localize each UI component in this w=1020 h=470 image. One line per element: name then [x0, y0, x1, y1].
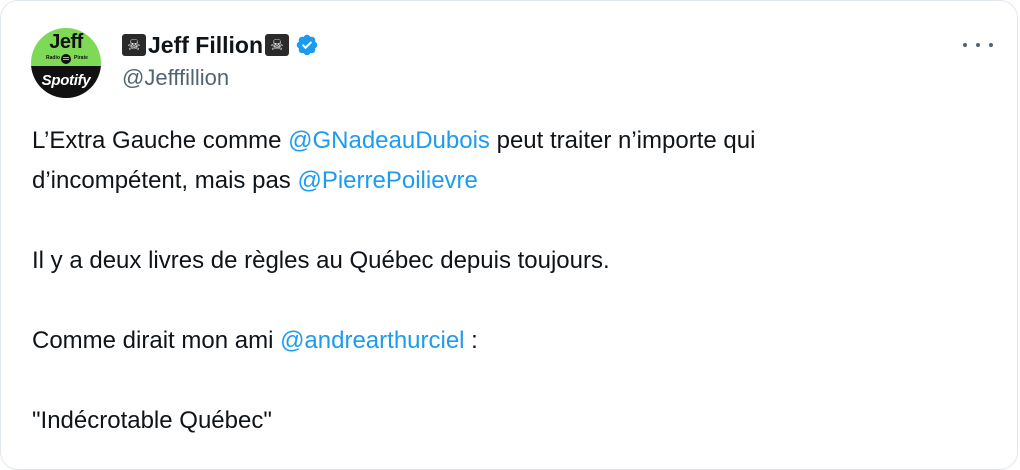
tweet-paragraph-2: Il y a deux livres de règles au Québec d…: [32, 247, 610, 274]
more-dots-icon[interactable]: [963, 33, 993, 57]
avatar-text-mini-right: Pirate: [74, 55, 88, 61]
avatar-text-bottom: Spotify: [41, 72, 91, 89]
mention-link[interactable]: @GNadeauDubois: [288, 127, 490, 154]
spotify-logo-icon: [61, 54, 71, 64]
display-name[interactable]: Jeff Fillion: [148, 32, 263, 59]
dot: [976, 43, 980, 47]
tweet-card[interactable]: Jeff Radio Pirate Spotify ☠ Jeff Fillion…: [0, 0, 1018, 470]
avatar-text-mini-left: Radio: [46, 55, 60, 61]
tweet-text-segment: Comme dirait mon ami: [32, 327, 281, 354]
mention-link[interactable]: @andrearthurciel: [280, 327, 464, 354]
skull-crossbones-icon: ☠: [122, 34, 146, 56]
tweet-paragraph-4: "Indécrotable Québec": [32, 407, 272, 434]
tweet-text-segment: :: [464, 327, 478, 354]
avatar[interactable]: Jeff Radio Pirate Spotify: [31, 28, 101, 98]
dot: [989, 43, 993, 47]
tweet-text-segment: L’Extra Gauche comme: [32, 127, 289, 154]
mention-link[interactable]: @PierrePoilievre: [297, 167, 477, 194]
skull-crossbones-icon: ☠: [265, 34, 289, 56]
avatar-text-top: Jeff: [49, 31, 83, 53]
author-name-row[interactable]: ☠ Jeff Fillion ☠: [122, 31, 319, 59]
verified-badge-icon[interactable]: [295, 33, 319, 57]
tweet-paragraph-3: Comme dirait mon ami @andrearthurciel :: [32, 321, 972, 361]
author-handle[interactable]: @Jefffillion: [122, 65, 229, 91]
tweet-paragraph-1: L’Extra Gauche comme @GNadeauDubois peut…: [32, 121, 972, 201]
tweet-text-segment: peut traiter n’importe qui: [489, 127, 756, 154]
dot: [963, 43, 967, 47]
tweet-text-segment: d’incompétent, mais pas: [32, 167, 298, 194]
tweet-text: L’Extra Gauche comme @GNadeauDubois peut…: [32, 121, 972, 441]
